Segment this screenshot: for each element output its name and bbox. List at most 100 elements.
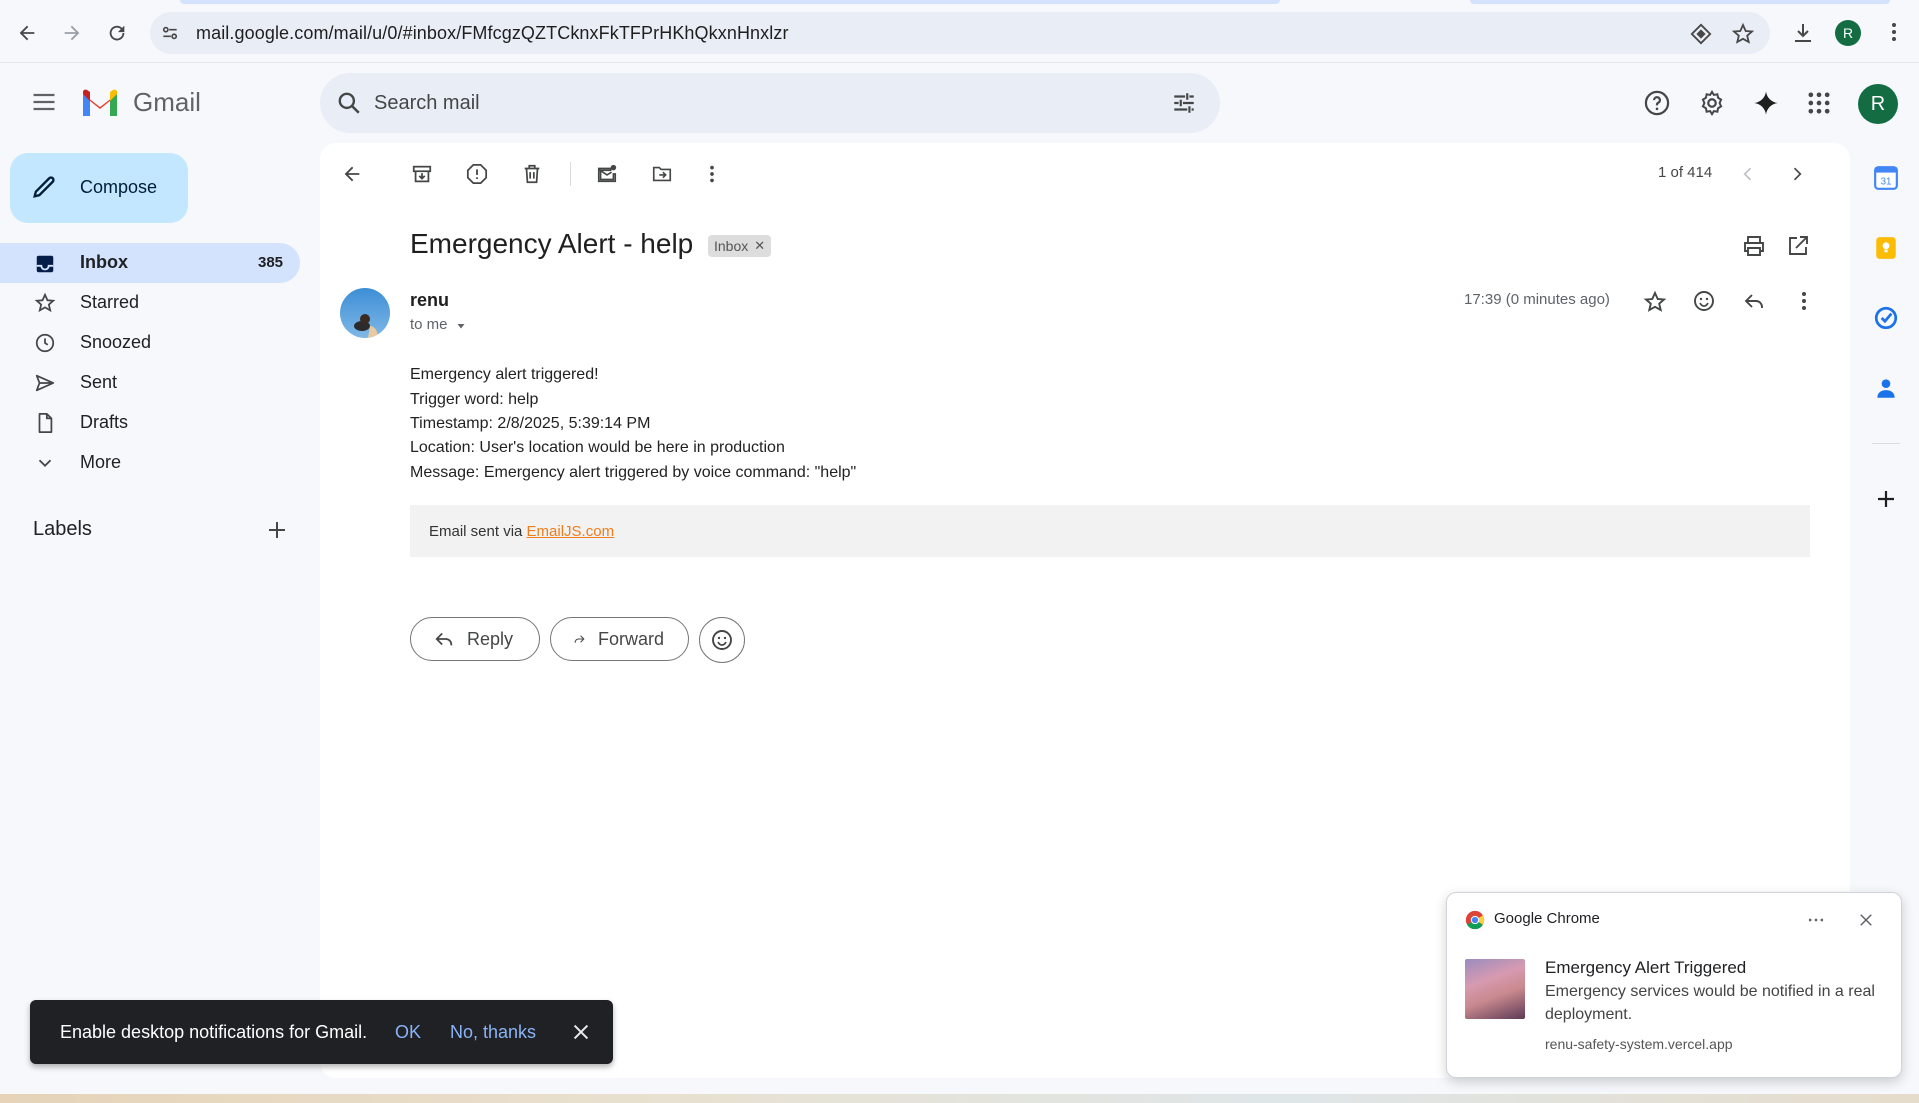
address-url[interactable]: mail.google.com/mail/u/0/#inbox/FMfcgzQZ…: [196, 23, 789, 44]
add-label-plus-icon[interactable]: [265, 518, 289, 542]
sidebar-item-label: Sent: [80, 372, 118, 392]
chevron-down-icon: [34, 452, 56, 474]
send-icon: [34, 372, 56, 394]
taskbar-edge: [0, 1094, 1919, 1103]
print-button[interactable]: [1742, 234, 1766, 258]
move-to-button[interactable]: [644, 156, 680, 192]
email-footer-box: [410, 505, 1810, 557]
notification-origin: renu-safety-system.vercel.app: [1545, 1036, 1733, 1052]
snackbar-message: Enable desktop notifications for Gmail.: [60, 1022, 368, 1042]
pagination-count: 1 of 414: [1658, 164, 1713, 181]
help-icon[interactable]: [1643, 89, 1671, 117]
back-to-inbox-button[interactable]: [334, 156, 370, 192]
browser-forward-button[interactable]: [54, 15, 90, 51]
calendar-app-icon[interactable]: 31: [1868, 160, 1904, 196]
arrow-left-icon: [344, 166, 360, 182]
browser-reload-button[interactable]: [99, 15, 135, 51]
sidebar-item-label: Starred: [80, 292, 140, 312]
notification-more-icon[interactable]: [1806, 910, 1826, 930]
notification-app-name: Google Chrome: [1494, 910, 1600, 927]
extension-icon[interactable]: [1690, 23, 1712, 45]
sidebar-item-label: More: [80, 452, 122, 472]
more-actions-button[interactable]: [694, 156, 730, 192]
email-subject: Emergency Alert - help: [410, 228, 694, 259]
gemini-sparkle-icon[interactable]: [1752, 89, 1780, 117]
gmail-wordmark[interactable]: Gmail: [133, 87, 201, 118]
search-icon[interactable]: [336, 90, 362, 116]
emoji-reaction-button[interactable]: [699, 617, 745, 663]
toolbar-divider: [570, 162, 571, 186]
chrome-logo-icon: [1465, 910, 1485, 930]
labels-heading: Labels: [33, 518, 92, 540]
notification-close-icon[interactable]: [1857, 911, 1875, 929]
message-more-button[interactable]: [1792, 289, 1816, 313]
add-reaction-button[interactable]: [1692, 289, 1716, 313]
notification-body: Emergency services would be notified in …: [1545, 983, 1875, 1023]
remove-label-icon[interactable]: ✕: [754, 238, 765, 254]
get-addons-plus-icon[interactable]: [1868, 481, 1904, 517]
emailjs-link[interactable]: EmailJS.com: [527, 523, 615, 540]
snackbar-no-thanks-button[interactable]: No, thanks: [450, 1022, 536, 1043]
reload-icon: [109, 25, 125, 41]
sender-name[interactable]: renu: [410, 290, 449, 311]
contacts-app-icon[interactable]: [1868, 370, 1904, 406]
report-spam-icon: [466, 163, 488, 185]
pencil-icon: [30, 173, 58, 201]
newer-button[interactable]: [1730, 156, 1766, 192]
forward-button-label: Forward: [597, 628, 664, 649]
reply-button-label: Reply: [467, 628, 514, 649]
open-in-new-icon: [1789, 236, 1808, 255]
delete-button[interactable]: [514, 156, 550, 192]
reply-icon-button[interactable]: [1742, 289, 1766, 313]
label-chip-text: Inbox: [714, 238, 749, 254]
search-options-icon[interactable]: [1171, 90, 1197, 116]
sidebar-item-label: Drafts: [80, 412, 129, 432]
forward-button[interactable]: Forward: [550, 617, 689, 661]
main-menu-icon[interactable]: [30, 88, 58, 116]
inbox-unread-count: 385: [258, 254, 284, 271]
email-body-line: Location: User's location would be here …: [410, 439, 785, 456]
notification-title: Emergency Alert Triggered: [1545, 958, 1747, 977]
browser-menu-icon[interactable]: [1882, 20, 1906, 44]
star-icon: [1643, 290, 1667, 312]
email-timestamp: 17:39 (0 minutes ago): [1464, 291, 1610, 308]
arrow-left-icon: [19, 25, 35, 41]
recipient-summary[interactable]: to me: [410, 316, 448, 333]
gmail-logo-icon[interactable]: [80, 88, 120, 118]
tasks-app-icon[interactable]: [1868, 300, 1904, 336]
download-icon[interactable]: [1791, 21, 1815, 45]
report-spam-button[interactable]: [459, 156, 495, 192]
google-apps-icon[interactable]: [1805, 89, 1833, 117]
search-input[interactable]: Search mail: [374, 92, 480, 115]
notification-image: [1465, 959, 1525, 1019]
settings-gear-icon[interactable]: [1698, 89, 1726, 117]
recipient-details-caret-icon[interactable]: [455, 320, 467, 332]
snackbar-close-icon[interactable]: [570, 1021, 592, 1043]
arrow-right-icon: [64, 25, 80, 41]
site-info-icon[interactable]: [160, 23, 180, 43]
open-new-window-button[interactable]: [1786, 234, 1810, 258]
inbox-label-chip[interactable]: Inbox ✕: [708, 235, 772, 257]
sender-avatar[interactable]: [340, 288, 390, 338]
sidebar-item-label: Inbox: [80, 252, 128, 272]
email-footer-text: Email sent via EmailJS.com: [429, 523, 614, 540]
snackbar-ok-button[interactable]: OK: [395, 1022, 421, 1043]
archive-button[interactable]: [404, 156, 440, 192]
keep-app-icon[interactable]: [1868, 230, 1904, 266]
mark-unread-icon: [597, 164, 617, 183]
reply-button[interactable]: Reply: [410, 617, 540, 661]
email-body-line: Emergency alert triggered!: [410, 366, 599, 383]
inbox-icon: [34, 253, 56, 275]
browser-back-button[interactable]: [9, 15, 45, 51]
bookmark-star-icon[interactable]: [1731, 22, 1755, 46]
browser-profile-avatar[interactable]: R: [1835, 20, 1861, 46]
star-icon: [34, 292, 56, 314]
account-avatar[interactable]: R: [1858, 84, 1898, 124]
star-message-button[interactable]: [1643, 290, 1667, 314]
mark-unread-button[interactable]: [589, 156, 625, 192]
forward-icon: [574, 635, 585, 643]
older-button[interactable]: [1779, 156, 1815, 192]
move-to-folder-icon: [652, 166, 672, 182]
trash-icon: [524, 164, 540, 184]
clock-icon: [34, 332, 56, 354]
